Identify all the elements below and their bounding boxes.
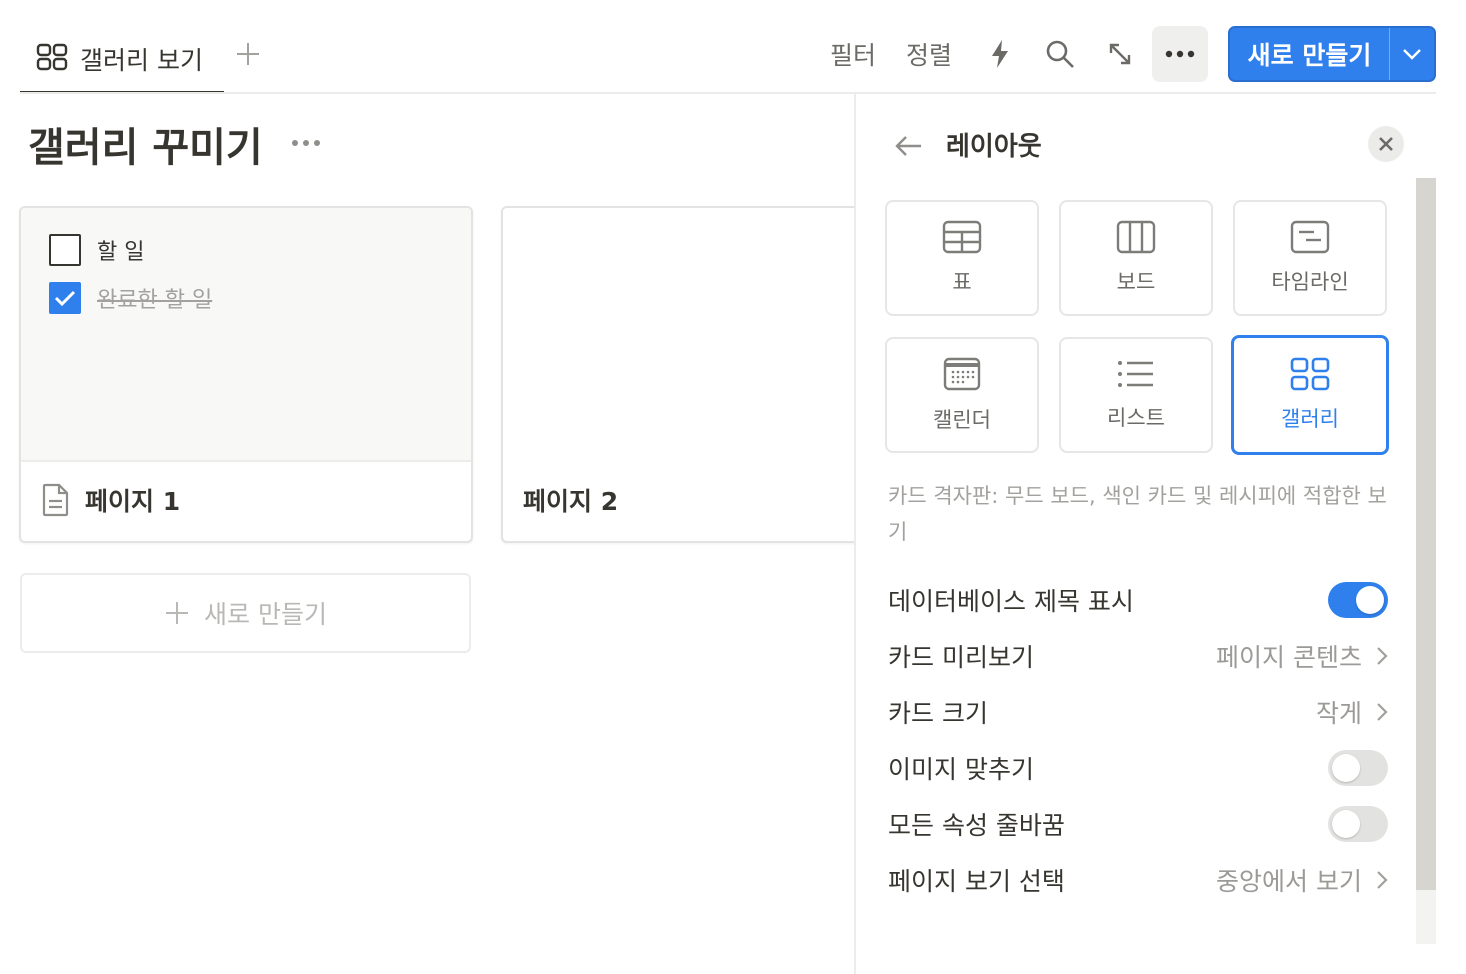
setting-wrap-properties[interactable]: 모든 속성 줄바꿈 <box>888 800 1388 848</box>
card-title: 페이지 2 <box>523 480 618 520</box>
gallery-icon <box>36 43 68 75</box>
todo-item: 할 일 <box>49 234 144 266</box>
lightning-icon <box>992 40 1008 68</box>
title-more-button[interactable] <box>288 130 324 156</box>
chevron-down-icon <box>1403 49 1421 60</box>
setting-value-text: 작게 <box>1315 699 1362 728</box>
toggle-switch-on[interactable] <box>1328 582 1388 618</box>
card-title: 페이지 1 <box>41 480 180 520</box>
setting-card-preview[interactable]: 카드 미리보기 페이지 콘텐츠 <box>888 632 1388 680</box>
toggle-switch-off[interactable] <box>1328 806 1388 842</box>
checkbox-checked[interactable] <box>49 282 81 314</box>
timeline-icon <box>1290 220 1330 254</box>
chevron-right-icon <box>1377 871 1388 889</box>
filter-button[interactable]: 필터 <box>830 36 876 72</box>
setting-show-database-title[interactable]: 데이터베이스 제목 표시 <box>888 576 1388 624</box>
more-options-button[interactable] <box>1152 26 1208 82</box>
chevron-right-icon <box>1377 647 1388 665</box>
list-icon <box>1118 361 1153 387</box>
tab-gallery-view[interactable]: 갤러리 보기 <box>20 26 224 94</box>
sort-button[interactable]: 정렬 <box>906 36 952 72</box>
expand-button[interactable] <box>1100 34 1140 74</box>
layout-option-timeline[interactable]: 타임라인 <box>1233 200 1387 316</box>
layout-option-table[interactable]: 표 <box>885 200 1039 316</box>
todo-item: 완료한 할 일 <box>49 282 212 314</box>
card-title-text: 페이지 2 <box>523 487 619 516</box>
gallery-card[interactable]: 할 일 완료한 할 일 페이지 1 <box>19 206 473 543</box>
scrollbar-thumb[interactable] <box>1416 178 1436 890</box>
add-view-button[interactable] <box>232 36 264 72</box>
setting-label: 카드 미리보기 <box>888 643 1034 672</box>
toggle-knob <box>1332 810 1360 838</box>
panel-title: 레이아웃 <box>946 131 1042 162</box>
setting-value-text: 중앙에서 보기 <box>1216 867 1362 896</box>
layout-option-label: 리스트 <box>1107 406 1165 430</box>
automation-button[interactable] <box>980 34 1020 74</box>
new-button-group: 새로 만들기 <box>1228 26 1436 82</box>
arrow-left-icon <box>895 136 921 156</box>
setting-fit-image[interactable]: 이미지 맞추기 <box>888 744 1388 792</box>
more-icon <box>292 140 320 146</box>
new-dropdown-button[interactable] <box>1390 28 1434 80</box>
setting-label: 페이지 보기 선택 <box>888 867 1065 896</box>
expand-icon <box>1109 43 1131 65</box>
search-button[interactable] <box>1040 34 1080 74</box>
setting-label: 이미지 맞추기 <box>888 755 1034 784</box>
setting-value: 작게 <box>1316 694 1388 730</box>
layout-option-calendar[interactable]: 캘린더 <box>885 337 1039 453</box>
layout-option-label: 갤러리 <box>1281 407 1339 431</box>
toggle-switch-off[interactable] <box>1328 750 1388 786</box>
new-card-label: 새로 만들기 <box>204 600 327 629</box>
layout-option-label: 표 <box>952 270 972 294</box>
layout-option-list[interactable]: 리스트 <box>1059 337 1213 453</box>
card-title-text: 페이지 1 <box>85 487 181 516</box>
setting-value: 페이지 콘텐츠 <box>1216 638 1388 674</box>
checkbox[interactable] <box>49 234 81 266</box>
layout-description: 카드 격자판: 무드 보드, 색인 카드 및 레시피에 적합한 보기 <box>888 484 1387 544</box>
layout-option-label: 타임라인 <box>1271 270 1349 294</box>
chevron-right-icon <box>1377 703 1388 721</box>
layout-option-label: 캘린더 <box>933 408 991 432</box>
toggle-knob <box>1332 754 1360 782</box>
new-button[interactable]: 새로 만들기 <box>1230 28 1390 80</box>
layout-option-gallery[interactable]: 갤러리 <box>1231 335 1389 455</box>
plus-icon <box>166 602 189 624</box>
card-preview <box>503 208 861 462</box>
setting-value-text: 페이지 콘텐츠 <box>1216 643 1362 672</box>
plus-icon <box>237 43 259 65</box>
tab-label: 갤러리 보기 <box>80 45 203 75</box>
calendar-icon <box>943 357 981 391</box>
page-title: 갤러리 꾸미기 <box>28 125 263 171</box>
setting-page-view[interactable]: 페이지 보기 선택 중앙에서 보기 <box>888 856 1388 904</box>
check-icon <box>54 290 76 307</box>
todo-text: 할 일 <box>97 240 145 265</box>
card-preview: 할 일 완료한 할 일 <box>21 208 471 462</box>
page-icon <box>42 483 69 517</box>
search-icon <box>1046 40 1074 68</box>
setting-label: 모든 속성 줄바꿈 <box>888 811 1065 840</box>
board-icon <box>1116 220 1156 254</box>
setting-label: 데이터베이스 제목 표시 <box>888 587 1134 616</box>
todo-text: 완료한 할 일 <box>97 288 213 313</box>
back-button[interactable] <box>888 126 928 166</box>
more-icon <box>1165 50 1195 58</box>
gallery-card[interactable]: 페이지 2 <box>501 206 861 543</box>
gallery-icon <box>1290 357 1330 391</box>
layout-option-label: 보드 <box>1116 270 1156 294</box>
close-icon <box>1379 137 1393 151</box>
layout-option-board[interactable]: 보드 <box>1059 200 1213 316</box>
toggle-knob <box>1356 586 1384 614</box>
setting-card-size[interactable]: 카드 크기 작게 <box>888 688 1388 736</box>
setting-value: 중앙에서 보기 <box>1216 862 1388 898</box>
table-icon <box>942 220 982 254</box>
close-button[interactable] <box>1368 126 1404 162</box>
new-card-button[interactable]: 새로 만들기 <box>20 573 471 653</box>
setting-label: 카드 크기 <box>888 699 988 728</box>
